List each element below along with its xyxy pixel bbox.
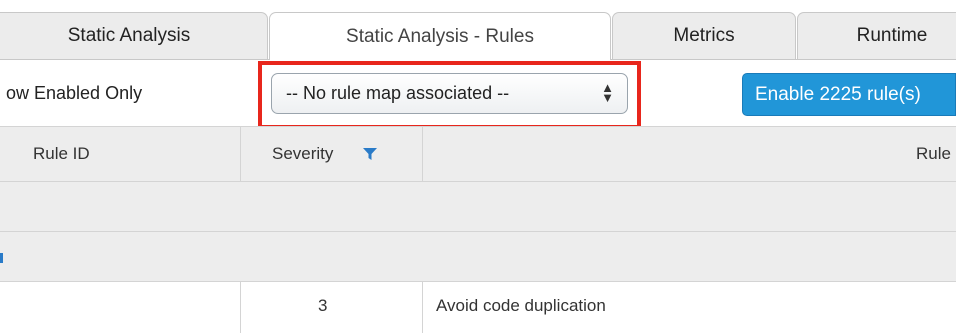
rule-map-select[interactable]: -- No rule map associated -- ▲ ▼ [271,73,628,114]
column-header-rule[interactable]: Rule [916,127,951,181]
expand-indicator [0,253,3,263]
tab-label: Static Analysis - Rules [346,25,534,47]
cell-severity: 3 [318,296,328,315]
table-header: Rule ID Severity Rule [0,126,956,182]
rule-map-select-value: -- No rule map associated -- [286,83,510,103]
column-divider [240,282,241,333]
column-divider [422,282,423,333]
column-divider [422,127,423,181]
cell-rule: Avoid code duplication [436,296,606,315]
filter-icon[interactable] [363,147,377,161]
table-row[interactable]: 3 Avoid code duplication [0,282,956,333]
enable-rules-button[interactable]: Enable 2225 rule(s) [742,73,956,116]
column-header-severity[interactable]: Severity [272,127,333,181]
select-arrows-icon: ▲ ▼ [601,80,614,105]
tab-static-analysis-rules[interactable]: Static Analysis - Rules [269,12,611,60]
column-divider [240,127,241,181]
tab-label: Metrics [673,25,735,46]
tab-bar: Static Analysis Static Analysis - Rules … [0,0,956,60]
tab-static-analysis[interactable]: Static Analysis [0,12,268,59]
group-row[interactable] [0,182,956,232]
tab-runtime[interactable]: Runtime [797,12,956,59]
enable-rules-button-label: Enable 2225 rule(s) [755,83,921,105]
tab-label: Runtime [856,25,928,46]
tab-metrics[interactable]: Metrics [612,12,796,59]
tab-label: Static Analysis [67,25,191,46]
group-row[interactable] [0,232,956,282]
show-enabled-only-label[interactable]: ow Enabled Only [6,83,142,104]
column-header-rule-id[interactable]: Rule ID [33,127,90,181]
